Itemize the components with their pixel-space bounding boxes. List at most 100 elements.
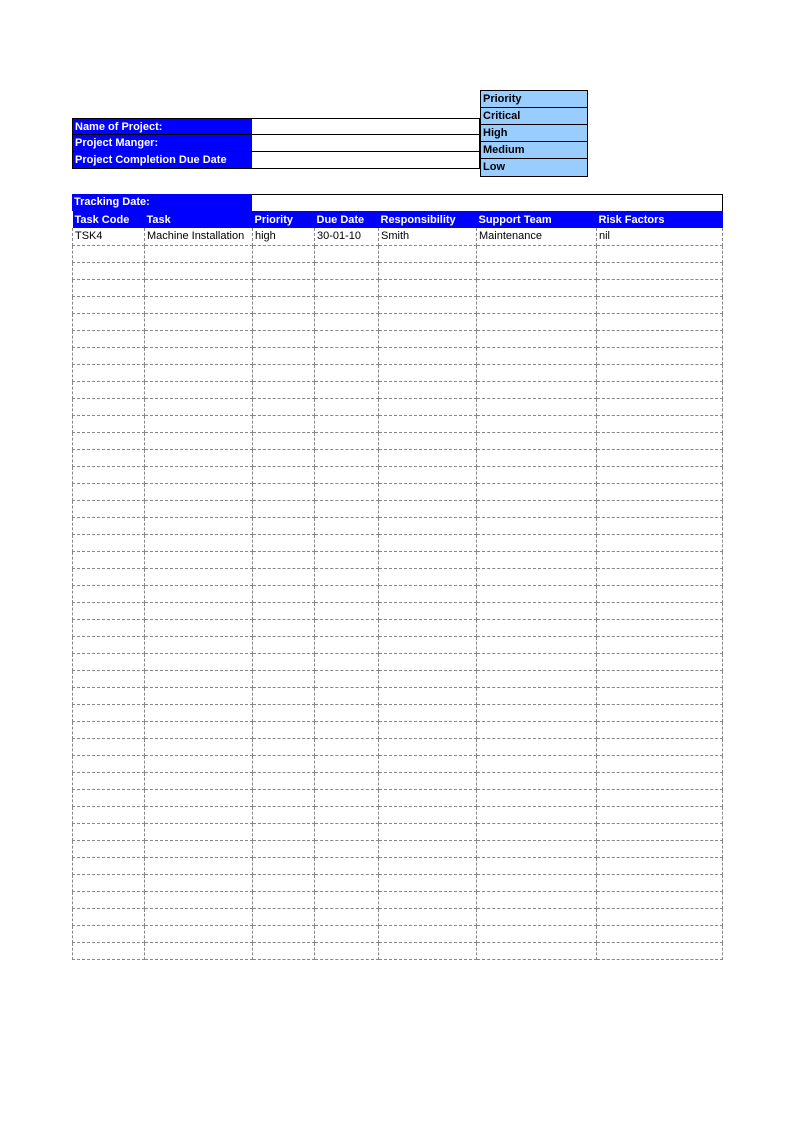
cell-priority[interactable] bbox=[253, 789, 315, 806]
cell-due[interactable] bbox=[315, 619, 379, 636]
cell-support[interactable] bbox=[477, 704, 597, 721]
cell-support[interactable] bbox=[477, 721, 597, 738]
cell-risk[interactable] bbox=[597, 313, 723, 330]
cell-code[interactable] bbox=[73, 483, 145, 500]
cell-support[interactable] bbox=[477, 364, 597, 381]
cell-due[interactable] bbox=[315, 806, 379, 823]
cell-priority[interactable] bbox=[253, 483, 315, 500]
cell-code[interactable] bbox=[73, 670, 145, 687]
cell-support[interactable] bbox=[477, 330, 597, 347]
cell-risk[interactable] bbox=[597, 500, 723, 517]
cell-task[interactable] bbox=[145, 483, 253, 500]
cell-responsibility[interactable] bbox=[379, 500, 477, 517]
cell-task[interactable] bbox=[145, 602, 253, 619]
cell-task[interactable] bbox=[145, 500, 253, 517]
cell-due[interactable] bbox=[315, 313, 379, 330]
cell-support[interactable] bbox=[477, 670, 597, 687]
cell-risk[interactable] bbox=[597, 585, 723, 602]
cell-responsibility[interactable] bbox=[379, 806, 477, 823]
cell-task[interactable] bbox=[145, 891, 253, 908]
cell-code[interactable] bbox=[73, 245, 145, 262]
cell-code[interactable] bbox=[73, 602, 145, 619]
cell-task[interactable] bbox=[145, 466, 253, 483]
cell-task[interactable] bbox=[145, 653, 253, 670]
cell-code[interactable] bbox=[73, 806, 145, 823]
cell-priority[interactable] bbox=[253, 687, 315, 704]
cell-responsibility[interactable] bbox=[379, 738, 477, 755]
cell-due[interactable] bbox=[315, 840, 379, 857]
cell-priority[interactable] bbox=[253, 262, 315, 279]
cell-due[interactable] bbox=[315, 432, 379, 449]
cell-responsibility[interactable] bbox=[379, 857, 477, 874]
cell-due[interactable] bbox=[315, 347, 379, 364]
cell-risk[interactable] bbox=[597, 449, 723, 466]
cell-responsibility[interactable] bbox=[379, 687, 477, 704]
cell-responsibility[interactable] bbox=[379, 551, 477, 568]
cell-task[interactable] bbox=[145, 381, 253, 398]
cell-code[interactable] bbox=[73, 364, 145, 381]
cell-support[interactable] bbox=[477, 449, 597, 466]
cell-task[interactable] bbox=[145, 585, 253, 602]
cell-support[interactable] bbox=[477, 619, 597, 636]
cell-support[interactable] bbox=[477, 534, 597, 551]
cell-priority[interactable] bbox=[253, 347, 315, 364]
cell-responsibility[interactable]: Smith bbox=[379, 228, 477, 245]
cell-support[interactable] bbox=[477, 500, 597, 517]
cell-responsibility[interactable] bbox=[379, 262, 477, 279]
cell-due[interactable] bbox=[315, 636, 379, 653]
cell-support[interactable] bbox=[477, 823, 597, 840]
cell-risk[interactable] bbox=[597, 551, 723, 568]
cell-responsibility[interactable] bbox=[379, 347, 477, 364]
cell-code[interactable] bbox=[73, 653, 145, 670]
cell-due[interactable] bbox=[315, 500, 379, 517]
cell-risk[interactable] bbox=[597, 925, 723, 942]
cell-risk[interactable] bbox=[597, 415, 723, 432]
cell-support[interactable] bbox=[477, 857, 597, 874]
cell-code[interactable] bbox=[73, 500, 145, 517]
cell-due[interactable] bbox=[315, 823, 379, 840]
cell-task[interactable] bbox=[145, 619, 253, 636]
cell-responsibility[interactable] bbox=[379, 279, 477, 296]
cell-task[interactable]: Machine Installation bbox=[145, 228, 253, 245]
cell-code[interactable] bbox=[73, 432, 145, 449]
cell-responsibility[interactable] bbox=[379, 908, 477, 925]
cell-due[interactable] bbox=[315, 534, 379, 551]
cell-support[interactable] bbox=[477, 806, 597, 823]
cell-code[interactable] bbox=[73, 517, 145, 534]
cell-risk[interactable] bbox=[597, 262, 723, 279]
cell-support[interactable] bbox=[477, 653, 597, 670]
cell-support[interactable] bbox=[477, 245, 597, 262]
cell-task[interactable] bbox=[145, 806, 253, 823]
cell-code[interactable] bbox=[73, 398, 145, 415]
cell-due[interactable] bbox=[315, 687, 379, 704]
cell-code[interactable] bbox=[73, 942, 145, 959]
cell-support[interactable] bbox=[477, 789, 597, 806]
cell-responsibility[interactable] bbox=[379, 415, 477, 432]
cell-responsibility[interactable] bbox=[379, 823, 477, 840]
cell-task[interactable] bbox=[145, 823, 253, 840]
cell-responsibility[interactable] bbox=[379, 721, 477, 738]
cell-priority[interactable] bbox=[253, 653, 315, 670]
cell-code[interactable] bbox=[73, 908, 145, 925]
cell-task[interactable] bbox=[145, 942, 253, 959]
col-header-support[interactable]: Support Team bbox=[477, 211, 597, 228]
col-header-priority[interactable]: Priority bbox=[253, 211, 315, 228]
cell-due[interactable] bbox=[315, 415, 379, 432]
cell-priority[interactable] bbox=[253, 806, 315, 823]
cell-due[interactable] bbox=[315, 721, 379, 738]
cell-code[interactable] bbox=[73, 313, 145, 330]
cell-due[interactable] bbox=[315, 364, 379, 381]
cell-risk[interactable] bbox=[597, 772, 723, 789]
cell-task[interactable] bbox=[145, 313, 253, 330]
col-header-code[interactable]: Task Code bbox=[73, 211, 145, 228]
cell-risk[interactable] bbox=[597, 670, 723, 687]
cell-code[interactable] bbox=[73, 466, 145, 483]
cell-priority[interactable] bbox=[253, 738, 315, 755]
cell-support[interactable] bbox=[477, 942, 597, 959]
cell-responsibility[interactable] bbox=[379, 517, 477, 534]
cell-support[interactable] bbox=[477, 262, 597, 279]
cell-risk[interactable] bbox=[597, 823, 723, 840]
cell-support[interactable] bbox=[477, 415, 597, 432]
cell-responsibility[interactable] bbox=[379, 398, 477, 415]
cell-task[interactable] bbox=[145, 721, 253, 738]
